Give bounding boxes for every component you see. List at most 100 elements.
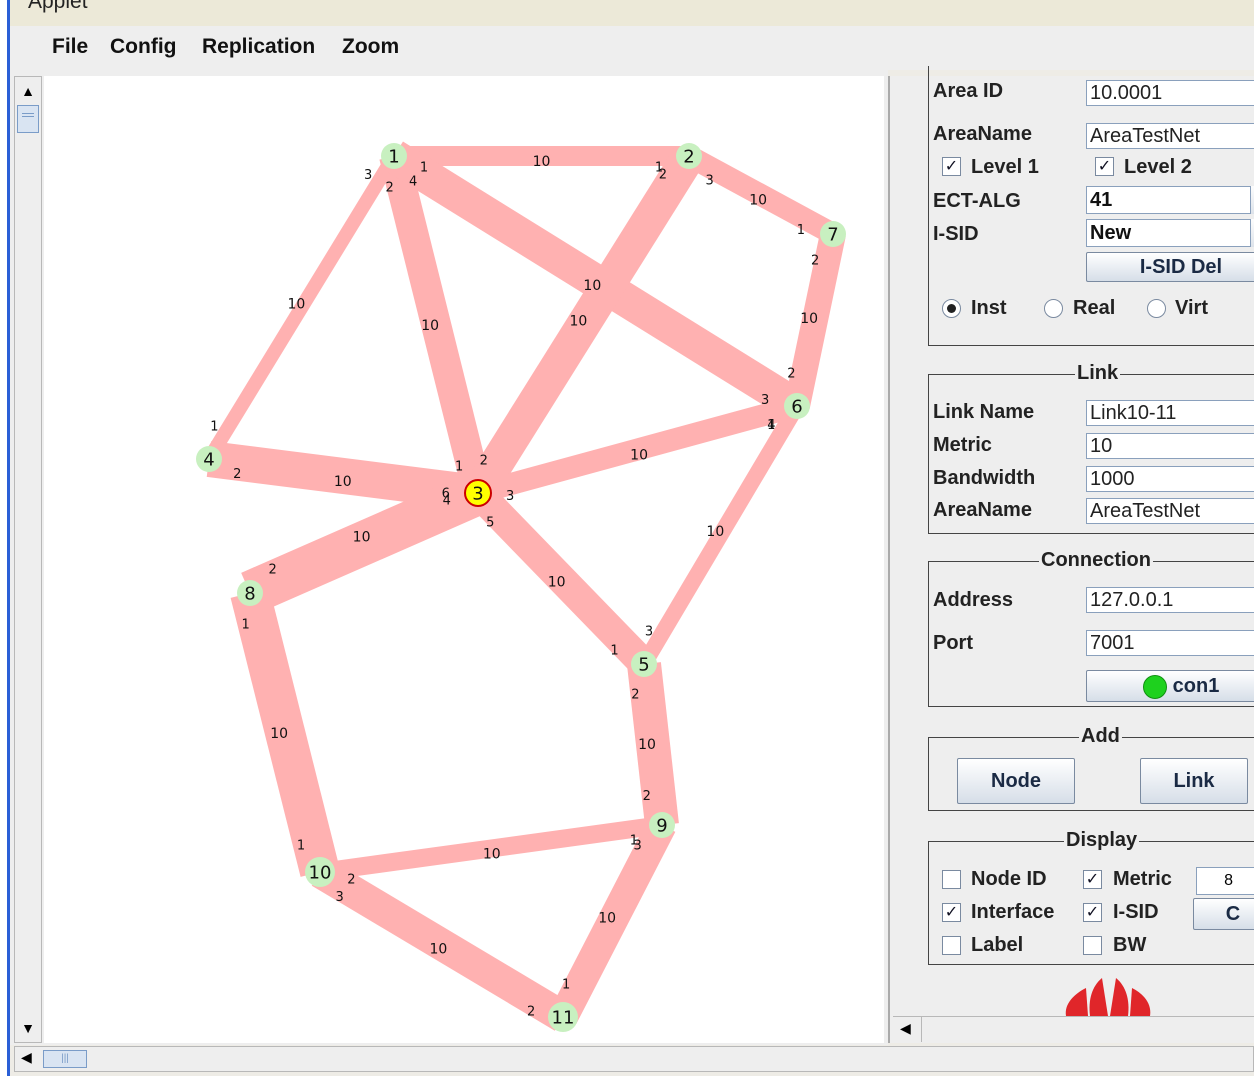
area-id-field[interactable]: 10.0001: [1086, 80, 1254, 106]
node-label-10: 10: [309, 863, 332, 884]
isid-display-checkbox[interactable]: ✓: [1083, 903, 1102, 922]
link-metric-label: 10: [570, 313, 588, 329]
real-radio[interactable]: [1044, 299, 1063, 318]
bw-checkbox[interactable]: [1083, 936, 1102, 955]
address-label: Address: [933, 589, 1014, 611]
port-field[interactable]: 7001: [1086, 630, 1254, 656]
scroll-up-icon[interactable]: ▲: [18, 81, 38, 101]
link-metric-label: 10: [583, 278, 601, 294]
ect-alg-select[interactable]: 41 ▼: [1086, 186, 1254, 214]
metric-display-label: Metric: [1113, 868, 1172, 890]
isid-select[interactable]: New ▼: [1086, 219, 1254, 247]
level2-label: Level 2: [1124, 156, 1192, 178]
link-group: Link Link Name Link10-11 Metric 10 Bandw…: [928, 362, 1254, 534]
link-metric-label: 10: [598, 910, 616, 926]
ect-alg-value: 41: [1090, 189, 1113, 211]
canvas-horizontal-scrollbar[interactable]: ◀ |||: [14, 1046, 1254, 1072]
node-id-checkbox[interactable]: [942, 870, 961, 889]
interface-label: 2: [233, 467, 241, 482]
link-metric-label: 10: [421, 318, 439, 334]
bw-label: BW: [1113, 934, 1147, 956]
interface-label: 3: [335, 890, 343, 905]
connection-status-icon: [1142, 674, 1167, 699]
scroll-down-icon[interactable]: ▼: [18, 1018, 38, 1038]
area-name-field[interactable]: AreaTestNet: [1086, 123, 1254, 149]
property-panel-content: Area ID 10.0001 AreaName AreaTestNet ✓ L…: [893, 66, 1254, 1016]
label-checkbox[interactable]: [942, 936, 961, 955]
level2-checkbox[interactable]: ✓: [1095, 157, 1114, 176]
node-label-9: 9: [656, 816, 667, 837]
add-node-button[interactable]: Node: [957, 758, 1075, 804]
node-label-7: 7: [827, 225, 838, 246]
address-field[interactable]: 127.0.0.1: [1086, 587, 1254, 613]
c-button[interactable]: C: [1193, 898, 1254, 930]
ect-alg-label: ECT-ALG: [933, 190, 1021, 212]
port-label: Port: [933, 632, 973, 654]
link-bandwidth-label: Bandwidth: [933, 467, 1036, 489]
isid-del-button[interactable]: I-SID Del: [1086, 252, 1254, 282]
link-metric-label: 10: [353, 530, 371, 546]
isid-value: New: [1090, 222, 1132, 244]
link-metric-label: 10: [334, 474, 352, 490]
menu-file[interactable]: File: [52, 35, 88, 59]
interface-label: 2: [643, 789, 651, 804]
interface-label: 1: [420, 161, 428, 176]
link-metric-label: 10: [483, 846, 501, 862]
interface-label: 2: [385, 181, 393, 196]
link-group-title: Link: [1075, 362, 1121, 385]
link-metric-label: 10: [270, 726, 288, 742]
interface-checkbox[interactable]: ✓: [942, 903, 961, 922]
menu-replication[interactable]: Replication: [202, 35, 315, 59]
interface-label: 1: [610, 643, 618, 658]
inst-label: Inst: [971, 297, 1007, 319]
inst-radio[interactable]: [942, 299, 961, 318]
display-group: Display Node ID ✓ Metric 8 ✓ Interface ✓…: [928, 829, 1254, 965]
menu-bar: File Config Replication Zoom: [10, 26, 1254, 70]
node-label-1: 1: [388, 147, 399, 168]
link-bandwidth-field[interactable]: 1000: [1086, 466, 1254, 492]
virt-radio[interactable]: [1147, 299, 1166, 318]
chevron-down-icon[interactable]: ▼: [1250, 186, 1254, 214]
interface-label: 1: [242, 618, 250, 633]
node-label-5: 5: [638, 655, 649, 676]
topology-graph[interactable]: 101 1103110211043103110221022102410311062…: [44, 76, 884, 1043]
area-id-label: Area ID: [933, 80, 1004, 102]
add-link-button[interactable]: Link: [1140, 758, 1248, 804]
interface-label: 5: [486, 515, 494, 530]
connection-group-title: Connection: [1039, 549, 1153, 572]
menu-config[interactable]: Config: [110, 35, 176, 59]
link-metric-label: 10: [630, 447, 648, 463]
isid-display-label: I-SID: [1113, 901, 1159, 923]
add-group-title: Add: [1079, 725, 1122, 748]
area-group: Area ID 10.0001 AreaName AreaTestNet ✓ L…: [928, 66, 1254, 346]
interface-label: 1: [297, 838, 305, 853]
link-area-name-field[interactable]: AreaTestNet: [1086, 498, 1254, 524]
interface-label: 3: [506, 489, 514, 504]
scroll-left-icon[interactable]: ◀: [21, 1049, 32, 1066]
font-size-spinner[interactable]: 8: [1196, 867, 1254, 895]
canvas-vertical-scrollbar[interactable]: ▲ ▼: [14, 76, 42, 1043]
topology-canvas[interactable]: 10 1 1 10 3 1 10 2 1 10 4 3 10 3 1 10 2 2 10 2 2 10 2 4 10 3 1 10 6 2…: [44, 76, 884, 1043]
panel-horizontal-scrollbar[interactable]: ◀: [893, 1016, 1254, 1043]
chevron-down-icon[interactable]: ▼: [1250, 219, 1254, 247]
menu-zoom[interactable]: Zoom: [342, 35, 399, 59]
window-title: Applet: [28, 0, 88, 13]
link-metric-label: 10: [638, 737, 656, 753]
scroll-left-icon[interactable]: ◀: [900, 1020, 911, 1037]
interface-label: 3: [761, 393, 769, 408]
metric-checkbox[interactable]: ✓: [1083, 870, 1102, 889]
interface-label: 2: [811, 253, 819, 268]
panel-scroll-track[interactable]: [921, 1017, 1254, 1042]
horizontal-scroll-thumb[interactable]: |||: [43, 1050, 87, 1068]
link-metric-field[interactable]: 10: [1086, 433, 1254, 459]
link-area-name-label: AreaName: [933, 499, 1032, 521]
isid-label: I-SID: [933, 223, 979, 245]
link-metric-label: 10: [706, 524, 724, 540]
link-metric-label: 10: [533, 154, 551, 170]
connect-button[interactable]: con1: [1086, 670, 1254, 702]
level1-checkbox[interactable]: ✓: [942, 157, 961, 176]
link-name-field[interactable]: Link10-11: [1086, 400, 1254, 426]
scroll-thumb[interactable]: [17, 105, 39, 133]
interface-label: Interface: [971, 901, 1055, 923]
interface-label: 2: [659, 168, 667, 183]
